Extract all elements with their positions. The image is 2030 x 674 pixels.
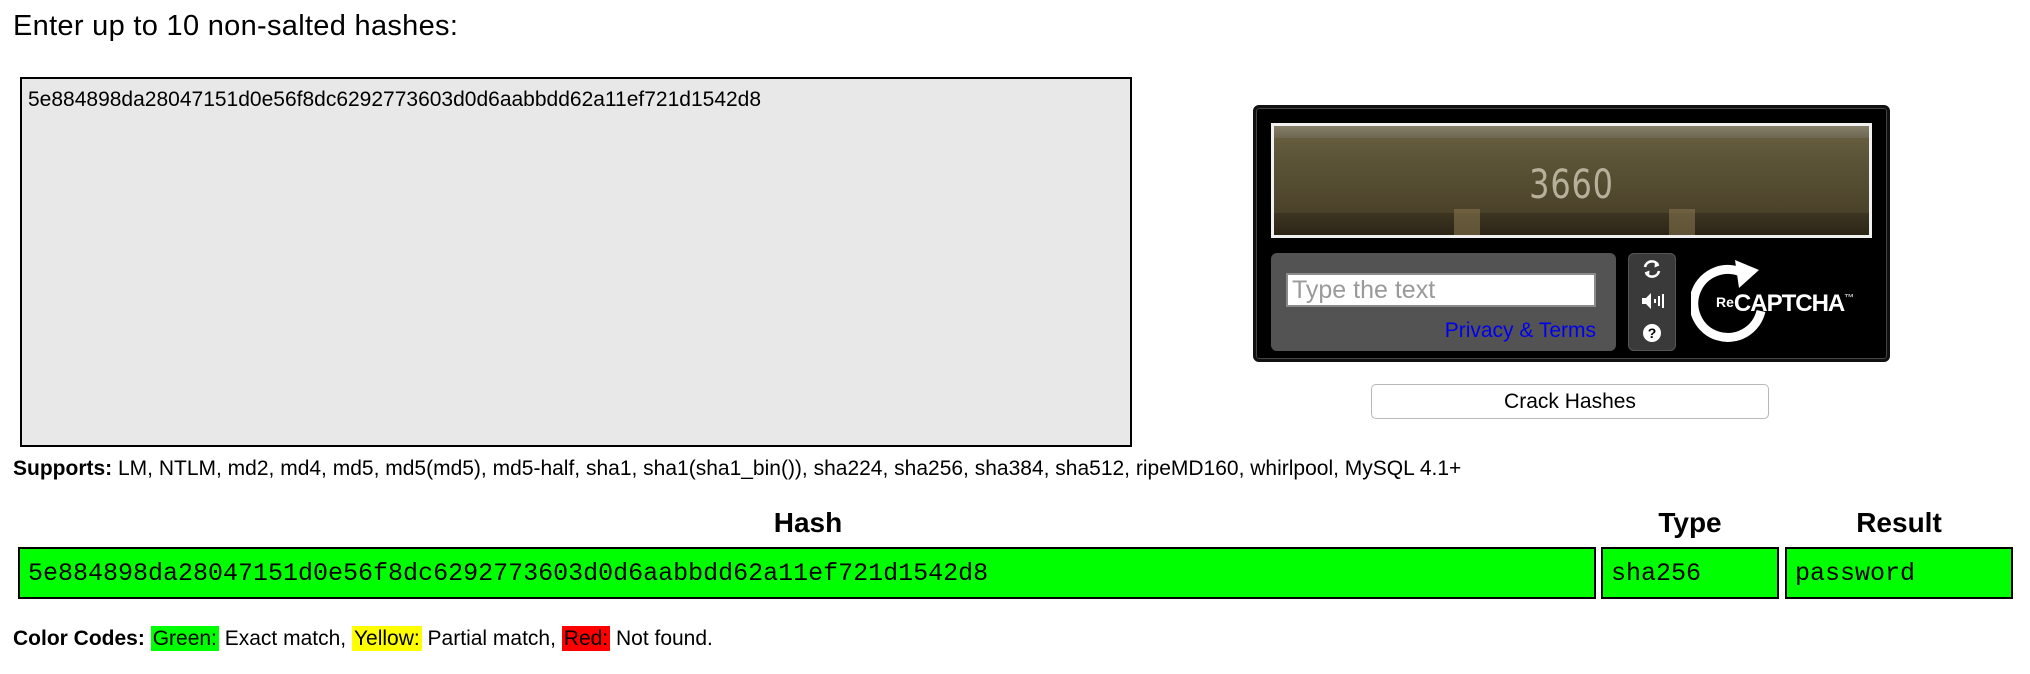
hash-input-prompt: Enter up to 10 non-salted hashes: (13, 10, 459, 42)
captcha-privacy-terms-link[interactable]: Privacy & Terms (1445, 319, 1596, 343)
captcha-controls: ? (1628, 253, 1676, 351)
captcha-input-panel: Privacy & Terms (1271, 253, 1616, 351)
help-icon[interactable]: ? (1636, 319, 1668, 347)
recaptcha-widget: 3660 Privacy & Terms ? (1253, 105, 1890, 362)
result-type-cell: sha256 (1601, 547, 1779, 599)
audio-icon[interactable] (1636, 287, 1668, 315)
color-codes-label: Color Codes: (13, 627, 145, 650)
yellow-swatch: Yellow: (351, 626, 422, 651)
red-description: Not found. (610, 627, 713, 650)
type-column-header: Type (1658, 507, 1722, 538)
captcha-response-input[interactable] (1286, 273, 1596, 307)
crack-hashes-button[interactable]: Crack Hashes (1371, 384, 1769, 419)
supports-list: LM, NTLM, md2, md4, md5, md5(md5), md5-h… (118, 457, 1462, 480)
help-glyph: ? (1648, 325, 1657, 341)
yellow-description: Partial match, (421, 627, 562, 650)
recaptcha-logo: ReCAPTCHA™ (1691, 258, 1881, 348)
refresh-icon[interactable] (1636, 255, 1668, 283)
hash-column-header: Hash (773, 507, 843, 538)
color-codes-legend: Color Codes: Green: Exact match, Yellow:… (13, 626, 713, 651)
green-description: Exact match, (218, 627, 352, 650)
result-value-cell: password (1785, 547, 2013, 599)
recaptcha-logo-re: Re (1716, 294, 1734, 310)
hash-input-textarea[interactable]: 5e884898da28047151d0e56f8dc6292773603d0d… (20, 77, 1132, 447)
supported-algorithms: Supports: LM, NTLM, md2, md4, md5, md5(m… (13, 457, 1461, 481)
recaptcha-logo-captcha: CAPTCHA (1733, 290, 1845, 317)
supports-label: Supports: (13, 457, 113, 480)
result-hash-cell: 5e884898da28047151d0e56f8dc6292773603d0d… (18, 547, 1596, 599)
result-column-header: Result (1856, 507, 1942, 538)
captcha-image: 3660 (1271, 123, 1872, 238)
red-swatch: Red: (561, 626, 611, 651)
green-swatch: Green: (150, 626, 219, 651)
recaptcha-logo-tm: ™ (1844, 293, 1855, 304)
captcha-word: 3660 (1529, 162, 1614, 208)
